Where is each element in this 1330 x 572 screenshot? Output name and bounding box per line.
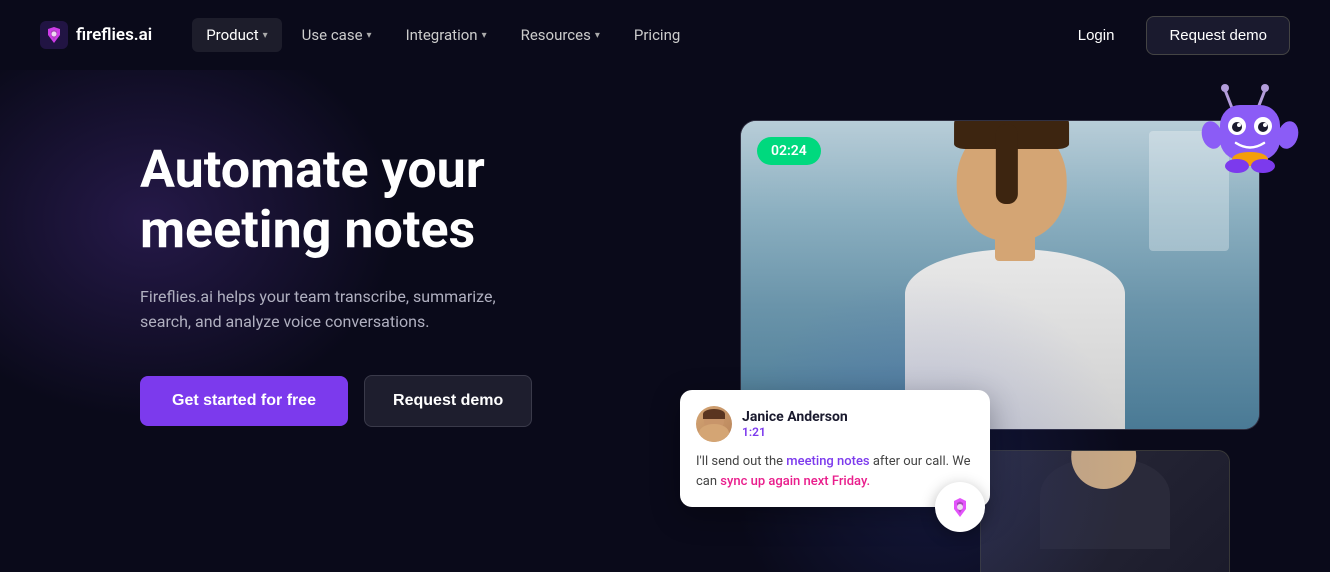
video-background-2 <box>981 451 1229 572</box>
chat-avatar <box>696 406 732 442</box>
hero-subtitle: Fireflies.ai helps your team transcribe,… <box>140 284 520 335</box>
chevron-icon: ▾ <box>482 30 487 41</box>
timer-badge: 02:24 <box>757 137 821 165</box>
chevron-icon: ▾ <box>263 30 268 41</box>
nav-item-usecase[interactable]: Use case ▾ <box>288 18 386 52</box>
chat-user-info: Janice Anderson 1:21 <box>742 409 848 439</box>
robot-icon <box>1190 80 1310 200</box>
video-card-secondary <box>980 450 1230 572</box>
video-card-main: 02:24 <box>740 120 1260 430</box>
nav-item-resources[interactable]: Resources ▾ <box>507 18 614 52</box>
fireflies-logo-circle <box>935 482 985 532</box>
hero-title: Automate your meeting notes <box>140 140 640 260</box>
hero-right: 02:24 Janice Anderson 1:21 I'll send out… <box>680 120 1290 572</box>
chat-header: Janice Anderson 1:21 <box>696 406 974 442</box>
navbar: fireflies.ai Product ▾ Use case ▾ Integr… <box>0 0 1330 70</box>
nav-links: Product ▾ Use case ▾ Integration ▾ Resou… <box>192 18 1062 52</box>
hero-section: Automate your meeting notes Fireflies.ai… <box>0 70 1330 572</box>
request-demo-hero-button[interactable]: Request demo <box>364 375 532 427</box>
logo-text: fireflies.ai <box>76 25 152 45</box>
request-demo-button[interactable]: Request demo <box>1146 16 1290 55</box>
robot-mascot <box>1190 80 1310 200</box>
logo[interactable]: fireflies.ai <box>40 21 152 49</box>
chat-highlight-meeting-notes: meeting notes <box>786 454 869 469</box>
chevron-icon: ▾ <box>367 30 372 41</box>
chat-highlight-sync: sync up again next Friday. <box>720 474 870 489</box>
fireflies-circle-icon <box>944 491 976 523</box>
hero-buttons: Get started for free Request demo <box>140 375 640 427</box>
logo-icon <box>40 21 68 49</box>
chevron-icon: ▾ <box>595 30 600 41</box>
chat-message: I'll send out the meeting notes after ou… <box>696 452 974 491</box>
get-started-button[interactable]: Get started for free <box>140 376 348 426</box>
nav-item-pricing[interactable]: Pricing <box>620 18 694 52</box>
video-background: 02:24 <box>741 121 1259 429</box>
chat-time: 1:21 <box>742 425 848 439</box>
nav-item-product[interactable]: Product ▾ <box>192 18 281 52</box>
login-button[interactable]: Login <box>1062 19 1131 52</box>
nav-actions: Login Request demo <box>1062 16 1290 55</box>
chat-name: Janice Anderson <box>742 409 848 425</box>
hero-left: Automate your meeting notes Fireflies.ai… <box>140 120 640 427</box>
nav-item-integration[interactable]: Integration ▾ <box>392 18 501 52</box>
